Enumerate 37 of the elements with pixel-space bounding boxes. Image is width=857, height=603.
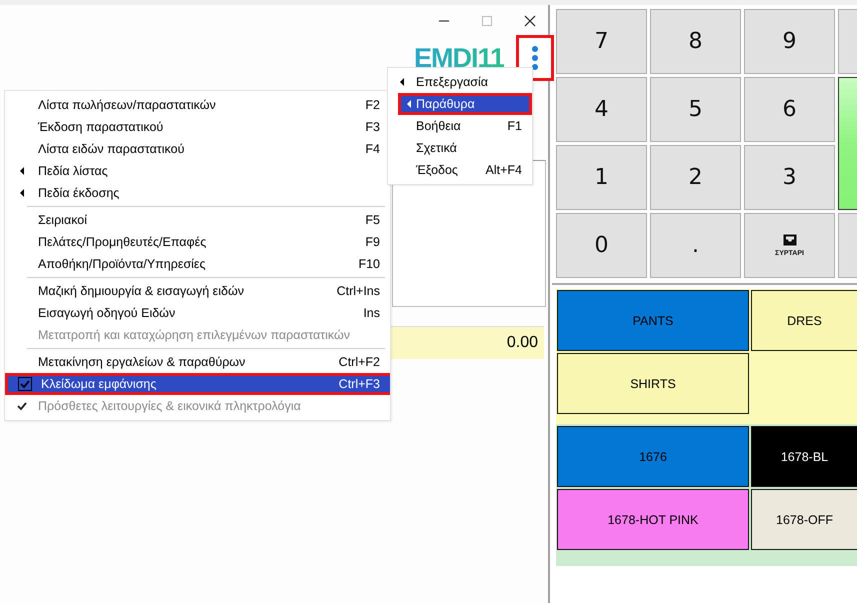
menu-item[interactable]: Σχετικά: [388, 137, 532, 159]
tray-icon: [782, 234, 796, 246]
menu-item[interactable]: Λίστα πωλήσεων/παραστατικών F2: [5, 94, 390, 116]
menu-item[interactable]: Πελάτες/Προμηθευτές/Επαφές F9: [5, 231, 390, 253]
product-button[interactable]: 1678-HOT PINK: [557, 489, 749, 550]
category-button[interactable]: SHIRTS: [557, 353, 749, 414]
keypad-key[interactable]: 7: [556, 9, 647, 74]
product-button[interactable]: 1678-BL: [751, 426, 857, 487]
keypad-key[interactable]: .: [650, 213, 741, 278]
menu-item[interactable]: Βοήθεια F1: [388, 115, 532, 137]
menu-icon: [532, 46, 538, 70]
product-button[interactable]: 1678-OFF: [751, 489, 857, 550]
keypad-key[interactable]: 0: [556, 213, 647, 278]
menu-item[interactable]: Έκδοση παραστατικού F3: [5, 116, 390, 138]
keypad-key[interactable]: 3: [744, 145, 835, 210]
keypad-key[interactable]: 2: [650, 145, 741, 210]
menu-item[interactable]: Μαζική δημιουργία & εισαγωγή ειδών Ctrl+Ins: [5, 280, 390, 302]
keypad-key[interactable]: 9: [744, 9, 835, 74]
menu-item[interactable]: Σειριακοί F5: [5, 209, 390, 231]
keypad-key[interactable]: 4: [556, 77, 647, 142]
keypad-key[interactable]: 6: [744, 77, 835, 142]
close-icon[interactable]: [524, 15, 536, 27]
menu-item[interactable]: Επεξεργασία: [388, 71, 532, 93]
category-button[interactable]: PANTS: [557, 290, 749, 351]
menu-item[interactable]: Κλείδωμα εμφάνισης Ctrl+F3: [5, 373, 390, 395]
menu-item[interactable]: Πεδία έκδοσης: [5, 182, 390, 204]
category-button[interactable]: DRES: [751, 290, 857, 351]
keypad-key[interactable]: 1: [556, 145, 647, 210]
keypad-key[interactable]: 5: [650, 77, 741, 142]
menu-item[interactable]: Λίστα ειδών παραστατικού F4: [5, 138, 390, 160]
product-button[interactable]: 1676: [557, 426, 749, 487]
keypad-key[interactable]: 8: [650, 9, 741, 74]
menu-item[interactable]: Αποθήκη/Προϊόντα/Υπηρεσίες F10: [5, 253, 390, 275]
menu-item[interactable]: Έξοδος Alt+F4: [388, 159, 532, 181]
menu-item[interactable]: Εισαγωγή οδηγού Ειδών Ins: [5, 302, 390, 324]
menu-item[interactable]: Παράθυρα: [398, 93, 532, 115]
menu-item[interactable]: Πεδία λίστας: [5, 160, 390, 182]
